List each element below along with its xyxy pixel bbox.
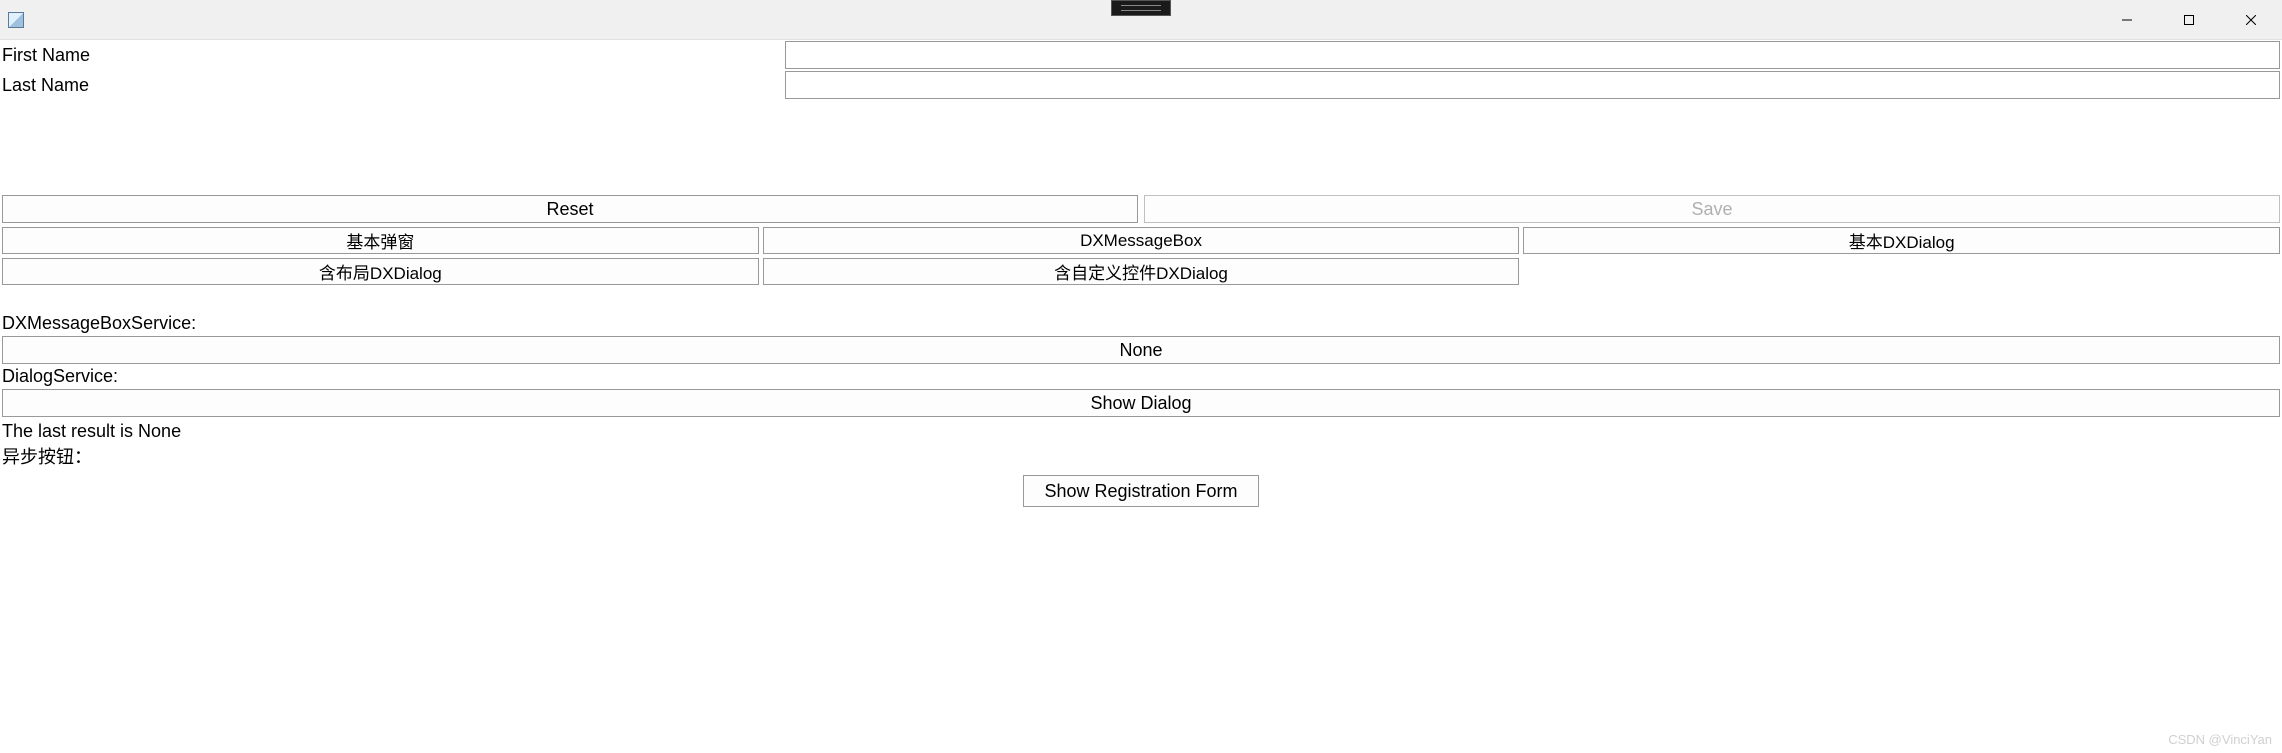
dx-messagebox-service-label: DXMessageBoxService:: [0, 313, 2282, 334]
window-titlebar: [0, 0, 2282, 40]
app-icon: [8, 12, 24, 28]
last-name-row: Last Name: [0, 70, 2282, 100]
minimize-button[interactable]: [2096, 0, 2158, 39]
basic-dxdialog-button[interactable]: 基本DXDialog: [1523, 227, 2280, 254]
dialog-buttons-row-2: 含布局DXDialog 含自定义控件DXDialog: [0, 258, 2282, 285]
last-name-input[interactable]: [785, 71, 2280, 99]
basic-popup-button[interactable]: 基本弹窗: [2, 227, 759, 254]
registration-row: Show Registration Form: [0, 475, 2282, 507]
last-name-label: Last Name: [0, 75, 785, 96]
first-name-row: First Name: [0, 40, 2282, 70]
window-controls: [2096, 0, 2282, 39]
first-name-label: First Name: [0, 45, 785, 66]
first-name-input[interactable]: [785, 41, 2280, 69]
save-button: Save: [1144, 195, 2280, 223]
dx-messagebox-button[interactable]: DXMessageBox: [763, 227, 1520, 254]
last-result-text: The last result is None: [0, 419, 2282, 443]
reset-save-row: Reset Save: [0, 195, 2282, 223]
watermark: CSDN @VinciYan: [2168, 732, 2272, 747]
debug-handle[interactable]: [1111, 0, 1171, 16]
custom-dxdialog-button[interactable]: 含自定义控件DXDialog: [763, 258, 1520, 285]
layout-dxdialog-button[interactable]: 含布局DXDialog: [2, 258, 759, 285]
show-registration-button[interactable]: Show Registration Form: [1023, 475, 1258, 507]
main-content: First Name Last Name Reset Save 基本弹窗 DXM…: [0, 40, 2282, 507]
dialog-service-label: DialogService:: [0, 366, 2282, 387]
show-dialog-button[interactable]: Show Dialog: [2, 389, 2280, 417]
grip-icon: [1121, 5, 1161, 11]
reset-button[interactable]: Reset: [2, 195, 1138, 223]
spacer: [0, 100, 2282, 195]
close-button[interactable]: [2220, 0, 2282, 39]
maximize-button[interactable]: [2158, 0, 2220, 39]
async-button-label: 异步按钮：: [0, 445, 2282, 469]
none-button[interactable]: None: [2, 336, 2280, 364]
dialog-buttons-row-1: 基本弹窗 DXMessageBox 基本DXDialog: [0, 227, 2282, 254]
